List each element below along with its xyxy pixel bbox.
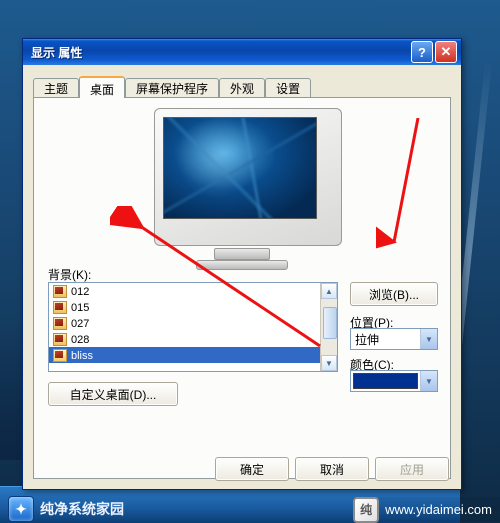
list-item[interactable]: 028 xyxy=(49,331,337,347)
image-file-icon xyxy=(53,285,67,298)
button-label: 确定 xyxy=(240,461,264,478)
list-item-label: 015 xyxy=(71,302,89,314)
display-properties-dialog: 显示 属性 ? ✕ 主题 桌面 屏幕保护程序 外观 设置 背景(K): 012 … xyxy=(22,38,462,490)
list-item-label: 028 xyxy=(71,334,89,346)
list-item-label: bliss xyxy=(71,350,93,362)
cancel-button[interactable]: 取消 xyxy=(295,457,369,481)
background-label: 背景(K): xyxy=(48,266,91,283)
tab-desktop[interactable]: 桌面 xyxy=(79,76,125,98)
titlebar[interactable]: 显示 属性 ? ✕ xyxy=(23,39,461,65)
close-icon: ✕ xyxy=(441,44,452,60)
chevron-down-icon[interactable]: ▼ xyxy=(420,371,437,391)
scrollbar[interactable]: ▲ ▼ xyxy=(320,283,337,371)
list-item[interactable]: 027 xyxy=(49,315,337,331)
brand-badge-icon: ✦ xyxy=(8,496,34,522)
tab-label: 主题 xyxy=(44,82,68,96)
browse-button[interactable]: 浏览(B)... xyxy=(350,282,438,306)
tab-label: 桌面 xyxy=(90,83,114,97)
url-badge-icon: 纯 xyxy=(353,497,379,523)
ok-button[interactable]: 确定 xyxy=(215,457,289,481)
tab-label: 设置 xyxy=(276,82,300,96)
desktop-background: 显示 属性 ? ✕ 主题 桌面 屏幕保护程序 外观 设置 背景(K): 012 … xyxy=(0,0,500,523)
image-file-icon xyxy=(53,349,67,362)
scroll-up-button[interactable]: ▲ xyxy=(321,283,337,299)
help-icon: ? xyxy=(418,45,426,60)
color-swatch xyxy=(353,373,418,389)
background-listbox[interactable]: 012 015 027 028 bliss ▲ ▼ xyxy=(48,282,338,372)
list-item-label: 012 xyxy=(71,286,89,298)
tab-row: 主题 桌面 屏幕保护程序 外观 设置 xyxy=(33,75,311,97)
list-item[interactable]: 015 xyxy=(49,299,337,315)
image-file-icon xyxy=(53,301,67,314)
scroll-thumb[interactable] xyxy=(323,307,337,339)
help-button[interactable]: ? xyxy=(411,41,433,63)
chevron-down-icon[interactable]: ▼ xyxy=(420,329,437,349)
brand-text: 纯净系统家园 xyxy=(40,499,124,519)
apply-button[interactable]: 应用 xyxy=(375,457,449,481)
close-button[interactable]: ✕ xyxy=(435,41,457,63)
position-combobox[interactable]: 拉伸 ▼ xyxy=(350,328,438,350)
image-file-icon xyxy=(53,317,67,330)
button-label: 应用 xyxy=(400,461,424,478)
monitor-preview xyxy=(154,108,330,258)
button-label: 取消 xyxy=(320,461,344,478)
customize-desktop-button[interactable]: 自定义桌面(D)... xyxy=(48,382,178,406)
button-label: 自定义桌面(D)... xyxy=(70,386,157,403)
image-file-icon xyxy=(53,333,67,346)
watermark-url: 纯 www.yidaimei.com xyxy=(353,497,500,522)
color-picker[interactable]: ▼ xyxy=(350,370,438,392)
scroll-down-button[interactable]: ▼ xyxy=(321,355,337,371)
url-text: www.yidaimei.com xyxy=(385,502,492,517)
window-title: 显示 属性 xyxy=(31,44,409,61)
tab-panel-desktop: 背景(K): 012 015 027 028 bliss ▲ ▼ 浏览(B)..… xyxy=(33,97,451,479)
dialog-button-row: 确定 取消 应用 xyxy=(23,457,461,481)
list-item-selected[interactable]: bliss xyxy=(49,347,337,363)
list-item[interactable]: 012 xyxy=(49,283,337,299)
watermark-brand: ✦ 纯净系统家园 xyxy=(0,495,124,523)
list-item-label: 027 xyxy=(71,318,89,330)
preview-screen xyxy=(163,117,317,219)
tab-label: 外观 xyxy=(230,82,254,96)
button-label: 浏览(B)... xyxy=(369,286,419,303)
tab-label: 屏幕保护程序 xyxy=(136,82,208,96)
combo-value: 拉伸 xyxy=(351,331,420,348)
